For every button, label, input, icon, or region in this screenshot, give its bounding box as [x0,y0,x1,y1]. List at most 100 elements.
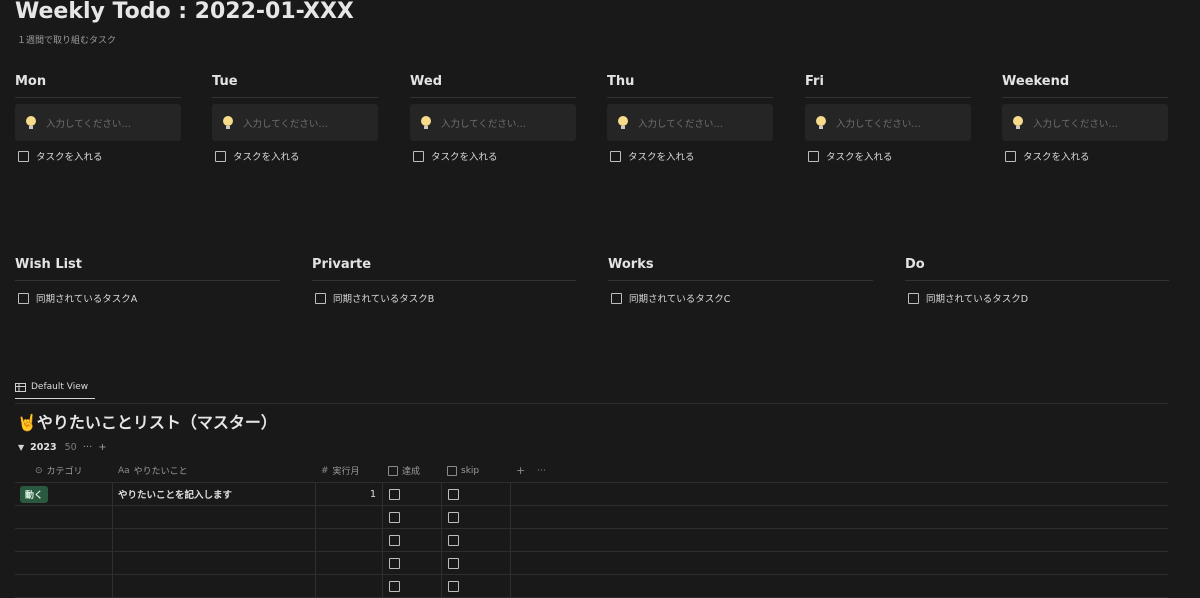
done-checkbox[interactable] [389,580,400,592]
cell-month[interactable]: 1 [316,483,383,505]
todo-checkbox[interactable] [413,150,424,162]
callout-input[interactable]: 入力してください… [1002,104,1168,141]
cell-month[interactable] [316,506,383,528]
triangle-down-icon[interactable]: ▼ [18,443,24,452]
cell-task[interactable]: やりたいことを記入します [113,483,316,505]
database-table: ⊙ カテゴリ Aa やりたいこと # 実行月 達成 skip + ··· 動く … [15,459,1168,598]
callout-input[interactable]: 入力してください… [607,104,773,141]
callout-input[interactable]: 入力してください… [410,104,576,141]
todo-checkbox[interactable] [808,150,819,162]
todo-checkbox[interactable] [611,292,622,304]
tab-label: Default View [31,382,89,392]
add-icon[interactable]: + [98,442,106,453]
add-column-icon[interactable]: + [516,464,525,477]
column-header-category[interactable]: ⊙ カテゴリ [15,459,113,482]
todo-checkbox[interactable] [908,292,919,304]
column-header-task[interactable]: Aa やりたいこと [113,459,316,482]
lightbulb-icon [421,115,431,129]
done-checkbox[interactable] [389,488,400,500]
todo-label[interactable]: タスクを入れる [431,149,498,163]
column-label: カテゴリ [46,467,83,477]
number-icon: # [321,465,329,476]
group-count: 50 [64,442,77,453]
cell-done [383,529,442,551]
cell-month[interactable] [316,575,383,597]
skip-checkbox[interactable] [448,534,459,546]
more-icon[interactable]: ··· [537,466,546,476]
todo-item: タスクを入れる [15,149,181,163]
todo-label[interactable]: 同期されているタスクC [629,291,730,305]
rock-hand-icon: 🤘 [17,413,37,432]
todo-item: タスクを入れる [1002,149,1168,163]
callout-input[interactable]: 入力してください… [15,104,181,141]
todo-checkbox[interactable] [315,292,326,304]
skip-checkbox[interactable] [448,580,459,592]
database-title-text: やりたいことリスト（マスター） [36,413,277,432]
done-checkbox[interactable] [389,511,400,523]
skip-checkbox[interactable] [448,488,459,500]
cell-empty [511,529,1168,551]
cell-category[interactable] [15,575,113,597]
cell-month[interactable] [316,552,383,574]
done-checkbox[interactable] [389,534,400,546]
todo-checkbox[interactable] [610,150,621,162]
cell-task[interactable] [113,506,316,528]
cell-done [383,483,442,505]
cell-done [383,506,442,528]
day-column-thu: Thu 入力してください… タスクを入れる [607,71,773,163]
callout-input[interactable]: 入力してください… [805,104,971,141]
cell-task[interactable] [113,552,316,574]
list-heading: Do [905,254,1169,281]
cell-category[interactable] [15,529,113,551]
callout-input[interactable]: 入力してください… [212,104,378,141]
todo-checkbox[interactable] [1005,150,1016,162]
group-name[interactable]: 2023 [30,442,56,453]
more-icon[interactable]: ··· [83,442,93,453]
cell-empty [511,552,1168,574]
list-column-do: Do 同期されているタスクD [905,254,1169,305]
cell-month[interactable] [316,529,383,551]
callout-placeholder: 入力してください… [46,118,131,130]
callout-placeholder: 入力してください… [441,118,526,130]
tab-default-view[interactable]: Default View [15,382,95,399]
column-header-done[interactable]: 達成 [383,459,442,482]
column-header-skip[interactable]: skip [442,459,511,482]
cell-category[interactable] [15,506,113,528]
lightbulb-icon [816,115,826,129]
skip-checkbox[interactable] [448,557,459,569]
column-header-month[interactable]: # 実行月 [316,459,383,482]
todo-checkbox[interactable] [18,292,29,304]
skip-checkbox[interactable] [448,511,459,523]
todo-label[interactable]: 同期されているタスクD [926,291,1028,305]
todo-checkbox[interactable] [215,150,226,162]
todo-label[interactable]: 同期されているタスクB [333,291,434,305]
cell-task[interactable] [113,529,316,551]
cell-category[interactable] [15,552,113,574]
todo-label[interactable]: 同期されているタスクA [36,291,137,305]
cell-skip [442,483,511,505]
cell-skip [442,552,511,574]
todo-label[interactable]: タスクを入れる [628,149,695,163]
callout-placeholder: 入力してください… [638,118,723,130]
table-row[interactable] [15,506,1168,529]
database-title[interactable]: 🤘やりたいことリスト（マスター） [17,409,277,433]
page-subtitle: １週間で取り組むタスク [17,36,117,46]
todo-label[interactable]: タスクを入れる [36,149,103,163]
table-row[interactable]: 動く やりたいことを記入します 1 [15,483,1168,506]
todo-label[interactable]: タスクを入れる [826,149,893,163]
todo-checkbox[interactable] [18,150,29,162]
todo-label[interactable]: タスクを入れる [233,149,300,163]
cell-task[interactable] [113,575,316,597]
category-tag: 動く [20,485,49,503]
table-row[interactable] [15,552,1168,575]
table-row[interactable] [15,529,1168,552]
lightbulb-icon [223,115,233,129]
done-checkbox[interactable] [389,557,400,569]
synced-todo-item: 同期されているタスクB [312,291,576,305]
todo-item: タスクを入れる [607,149,773,163]
synced-todo-item: 同期されているタスクD [905,291,1169,305]
cell-category[interactable]: 動く [15,483,113,505]
todo-label[interactable]: タスクを入れる [1023,149,1090,163]
list-column-private: Privarte 同期されているタスクB [312,254,576,305]
group-header: ▼ 2023 50 ··· + [18,442,107,453]
